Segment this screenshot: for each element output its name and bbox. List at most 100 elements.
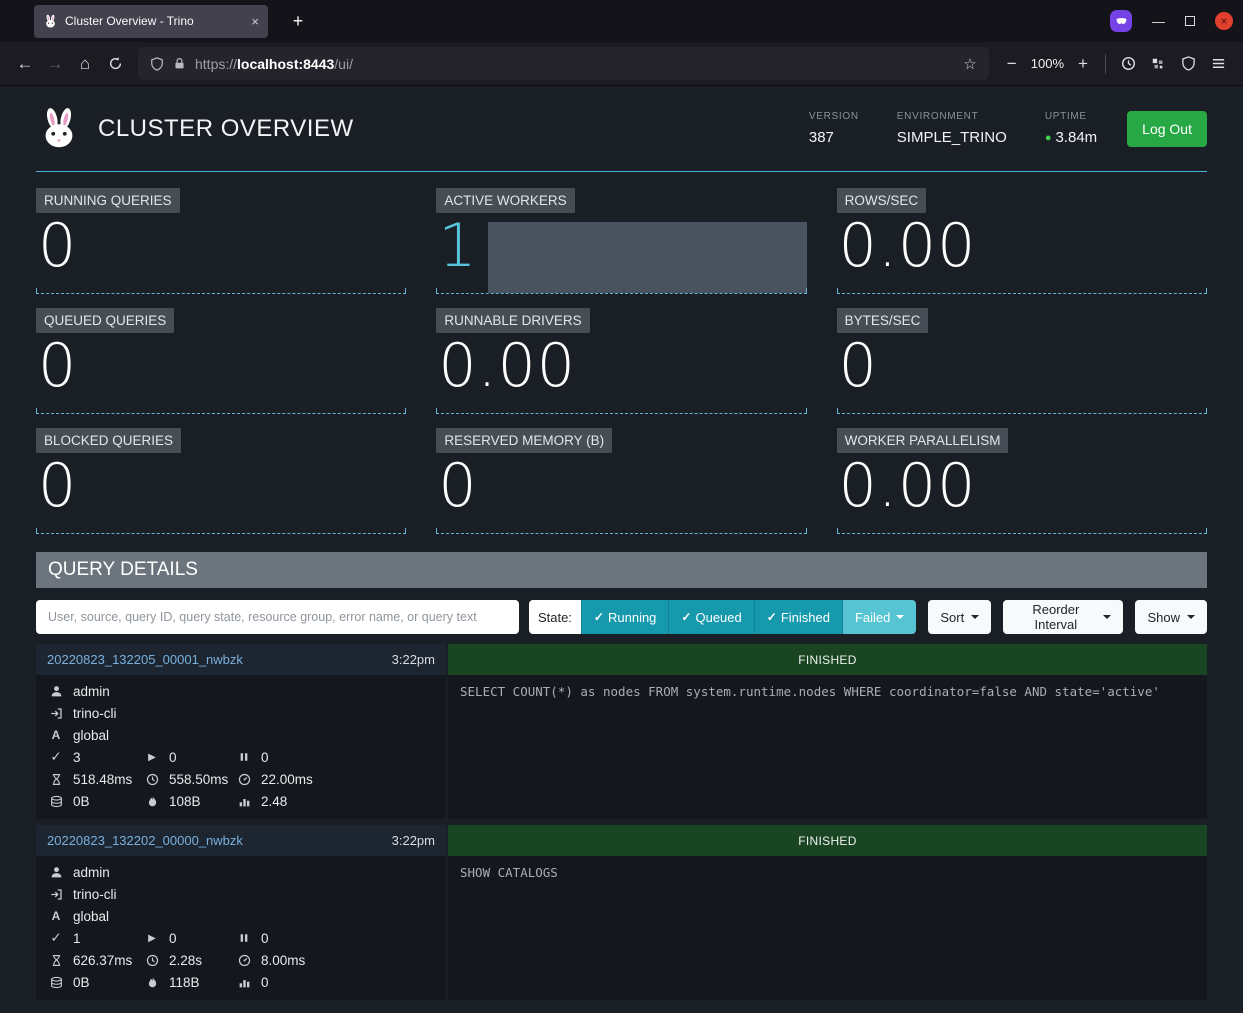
cumulative-memory: 108B [169, 794, 201, 809]
query-details-toolbar: State: ✓Running ✓Queued ✓Finished Failed… [36, 600, 1207, 634]
tab-close-icon[interactable]: × [251, 14, 259, 29]
zoom-out-icon[interactable]: − [997, 49, 1027, 79]
query-header: 20220823_132205_00001_nwbzk 3:22pm [36, 644, 446, 675]
stat-card-blocked-queries: BLOCKED QUERIES 0 [36, 428, 406, 534]
queued-splits-icon [236, 751, 252, 763]
tab-favicon-trino-icon [43, 14, 58, 29]
completed-splits-icon: ✓ [48, 749, 64, 765]
query-resource-group: global [73, 909, 109, 924]
stat-label: QUEUED QUERIES [36, 308, 174, 333]
forward-icon[interactable]: → [40, 49, 70, 79]
query-source: trino-cli [73, 706, 117, 721]
queued-splits: 0 [261, 931, 269, 946]
query-time: 3:22pm [392, 833, 435, 848]
query-card: 20220823_132205_00001_nwbzk 3:22pm FINIS… [36, 644, 1207, 819]
tracking-shield-icon[interactable] [150, 57, 164, 71]
check-icon: ✓ [767, 610, 777, 624]
queued-splits: 0 [261, 750, 269, 765]
hamburger-menu-icon[interactable] [1203, 49, 1233, 79]
completed-splits: 1 [73, 931, 81, 946]
running-splits: 0 [169, 750, 177, 765]
zoom-level[interactable]: 100% [1027, 56, 1068, 71]
reorder-interval-dropdown[interactable]: Reorder Interval [1003, 600, 1123, 634]
browser-tab-bar: Cluster Overview - Trino × + — × [0, 0, 1243, 42]
stat-card-queued-queries: QUEUED QUERIES 0 [36, 308, 406, 414]
running-splits: 0 [169, 931, 177, 946]
running-splits-icon: ▶ [144, 933, 160, 944]
state-filter-running-button[interactable]: ✓Running [581, 600, 669, 634]
stat-card-reserved-memory: RESERVED MEMORY (B) 0 [436, 428, 806, 534]
query-search-input[interactable] [36, 600, 519, 634]
query-time: 3:22pm [392, 652, 435, 667]
stat-label: WORKER PARALLELISM [837, 428, 1009, 453]
chevron-down-icon [1103, 615, 1111, 619]
stat-card-running-queries: RUNNING QUERIES 0 [36, 188, 406, 294]
chevron-down-icon [896, 615, 904, 619]
parallelism: 0 [261, 975, 269, 990]
current-memory-icon [48, 795, 64, 808]
query-details-header: QUERY DETAILS [36, 552, 1207, 588]
completed-splits: 3 [73, 750, 81, 765]
stat-label: ACTIVE WORKERS [436, 188, 574, 213]
sparkline-chart [837, 289, 1207, 294]
chevron-down-icon [971, 615, 979, 619]
query-id-link[interactable]: 20220823_132202_00000_nwbzk [47, 833, 243, 848]
cpu-time-icon [236, 773, 252, 786]
window-close-button[interactable]: × [1215, 12, 1233, 30]
sparkline-chart [36, 289, 406, 294]
lock-icon[interactable] [173, 57, 186, 70]
extension-icon[interactable] [1143, 49, 1173, 79]
stat-card-active-workers: ACTIVE WORKERS 1 [436, 188, 806, 294]
url-bar[interactable]: https://localhost:8443/ui/ ☆ [138, 47, 989, 80]
cumulative-memory: 118B [169, 975, 200, 990]
history-clock-icon[interactable] [1113, 49, 1143, 79]
sparkline-fill [488, 222, 806, 293]
show-dropdown[interactable]: Show [1135, 600, 1207, 634]
bookmark-star-icon[interactable]: ☆ [963, 55, 976, 73]
resource-group-icon: A [48, 909, 64, 923]
protection-shield-icon[interactable] [1173, 49, 1203, 79]
sparkline-chart [837, 409, 1207, 414]
state-filter-label: State: [529, 600, 581, 634]
cpu-time-icon [236, 954, 252, 967]
stat-value: 0 [839, 332, 878, 401]
reload-icon[interactable] [100, 49, 130, 79]
home-icon[interactable]: ⌂ [70, 49, 100, 79]
trino-cluster-overview-page: CLUSTER OVERVIEW VERSION 387 ENVIRONMENT… [0, 86, 1243, 1000]
stat-value: 0 [38, 332, 77, 401]
uptime-value: 3.84m [1055, 129, 1097, 146]
browser-tab[interactable]: Cluster Overview - Trino × [34, 5, 268, 38]
total-time-icon [144, 773, 160, 786]
url-scheme: https:// [195, 56, 237, 72]
query-id-link[interactable]: 20220823_132205_00001_nwbzk [47, 652, 243, 667]
stat-label: RESERVED MEMORY (B) [436, 428, 612, 453]
check-icon: ✓ [594, 610, 604, 624]
state-filter-failed-dropdown[interactable]: Failed [842, 600, 916, 634]
extension-badge-icon[interactable] [1110, 10, 1132, 32]
sparkline-chart [36, 529, 406, 534]
sparkline-chart [36, 409, 406, 414]
window-maximize-button[interactable] [1185, 16, 1195, 26]
wall-time-icon [48, 773, 64, 786]
window-minimize-button[interactable]: — [1152, 14, 1165, 29]
query-status-bar: FINISHED [448, 825, 1207, 856]
query-header: 20220823_132202_00000_nwbzk 3:22pm [36, 825, 446, 856]
state-filter-queued-button[interactable]: ✓Queued [668, 600, 753, 634]
total-time: 558.50ms [169, 772, 228, 787]
sort-dropdown[interactable]: Sort [928, 600, 991, 634]
back-icon[interactable]: ← [10, 49, 40, 79]
stat-value: 0 [38, 212, 77, 281]
stat-card-bytes-sec: BYTES/SEC 0 [837, 308, 1207, 414]
source-icon [48, 707, 64, 720]
new-tab-button[interactable]: + [284, 7, 312, 35]
logout-button[interactable]: Log Out [1127, 111, 1207, 147]
url-host: localhost:8443 [237, 56, 334, 72]
cumulative-memory-icon [144, 976, 160, 989]
zoom-in-icon[interactable]: + [1068, 49, 1098, 79]
uptime-status-dot: ● [1045, 132, 1052, 144]
queued-splits-icon [236, 932, 252, 944]
stat-label: ROWS/SEC [837, 188, 927, 213]
environment-value: SIMPLE_TRINO [897, 129, 1007, 146]
query-status-bar: FINISHED [448, 644, 1207, 675]
state-filter-finished-button[interactable]: ✓Finished [754, 600, 842, 634]
